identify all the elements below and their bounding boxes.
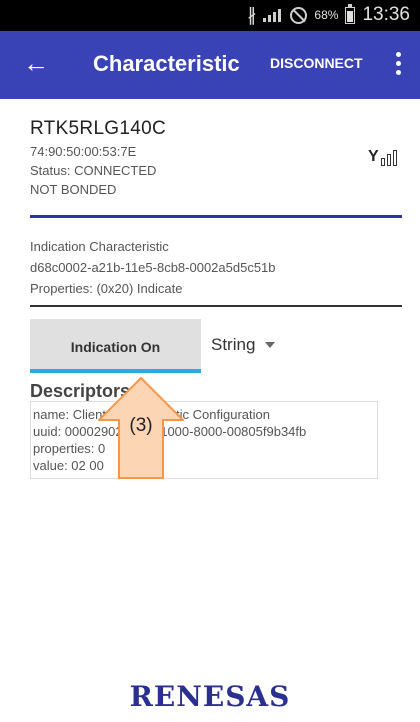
back-arrow-icon[interactable]: ← bbox=[18, 45, 54, 81]
format-dropdown[interactable]: String bbox=[211, 332, 276, 358]
descriptor-properties: properties: 0 bbox=[33, 441, 106, 456]
descriptor-details: name: Client Characteristic Configuratio… bbox=[30, 401, 378, 479]
device-name: RTK5RLG140C bbox=[30, 118, 167, 139]
page-title: Characteristic bbox=[93, 51, 240, 76]
do-not-disturb-icon bbox=[290, 6, 308, 24]
renesas-logo: RENESAS bbox=[129, 680, 291, 713]
clock: 13:36 bbox=[362, 4, 410, 25]
bluetooth-icon: ∦ bbox=[247, 4, 257, 25]
connection-status: Status: CONNECTED bbox=[30, 163, 157, 178]
descriptor-uuid: uuid: 00002902-0000-1000-8000-00805f9b34… bbox=[33, 424, 307, 439]
section-divider bbox=[30, 215, 402, 218]
descriptor-value: value: 02 00 bbox=[33, 458, 104, 473]
battery-icon bbox=[345, 3, 356, 24]
signal-muted-icon bbox=[263, 8, 283, 22]
app-bar: ← Characteristic DISCONNECT bbox=[0, 31, 420, 99]
descriptors-heading: Descriptors bbox=[30, 381, 131, 401]
characteristic-name: Indication Characteristic bbox=[30, 239, 169, 254]
descriptor-name: name: Client Characteristic Configuratio… bbox=[33, 407, 270, 422]
button-underline bbox=[30, 369, 201, 373]
device-address: 74:90:50:00:53:7E bbox=[30, 144, 137, 159]
battery-percent: 68% bbox=[314, 8, 339, 22]
format-selected-value: String bbox=[211, 335, 256, 354]
overflow-menu-icon[interactable] bbox=[388, 49, 408, 79]
signal-strength-icon: Y bbox=[368, 148, 402, 166]
characteristic-info: Indication Characteristic d68c0002-a21b-… bbox=[30, 236, 402, 299]
disconnect-button[interactable]: DISCONNECT bbox=[270, 55, 363, 71]
status-icons: ∦ 68% 13:36 bbox=[247, 3, 410, 26]
section-divider bbox=[30, 305, 402, 307]
bond-state: NOT BONDED bbox=[30, 182, 117, 197]
chevron-down-icon bbox=[265, 342, 276, 348]
characteristic-properties: Properties: (0x20) Indicate bbox=[30, 281, 183, 296]
status-bar: ∦ 68% 13:36 bbox=[0, 0, 420, 31]
indication-toggle-button[interactable]: Indication On bbox=[30, 319, 201, 373]
device-info: RTK5RLG140C 74:90:50:00:53:7E Status: CO… bbox=[30, 118, 402, 197]
characteristic-uuid: d68c0002-a21b-11e5-8cb8-0002a5d5c51b bbox=[30, 260, 276, 275]
